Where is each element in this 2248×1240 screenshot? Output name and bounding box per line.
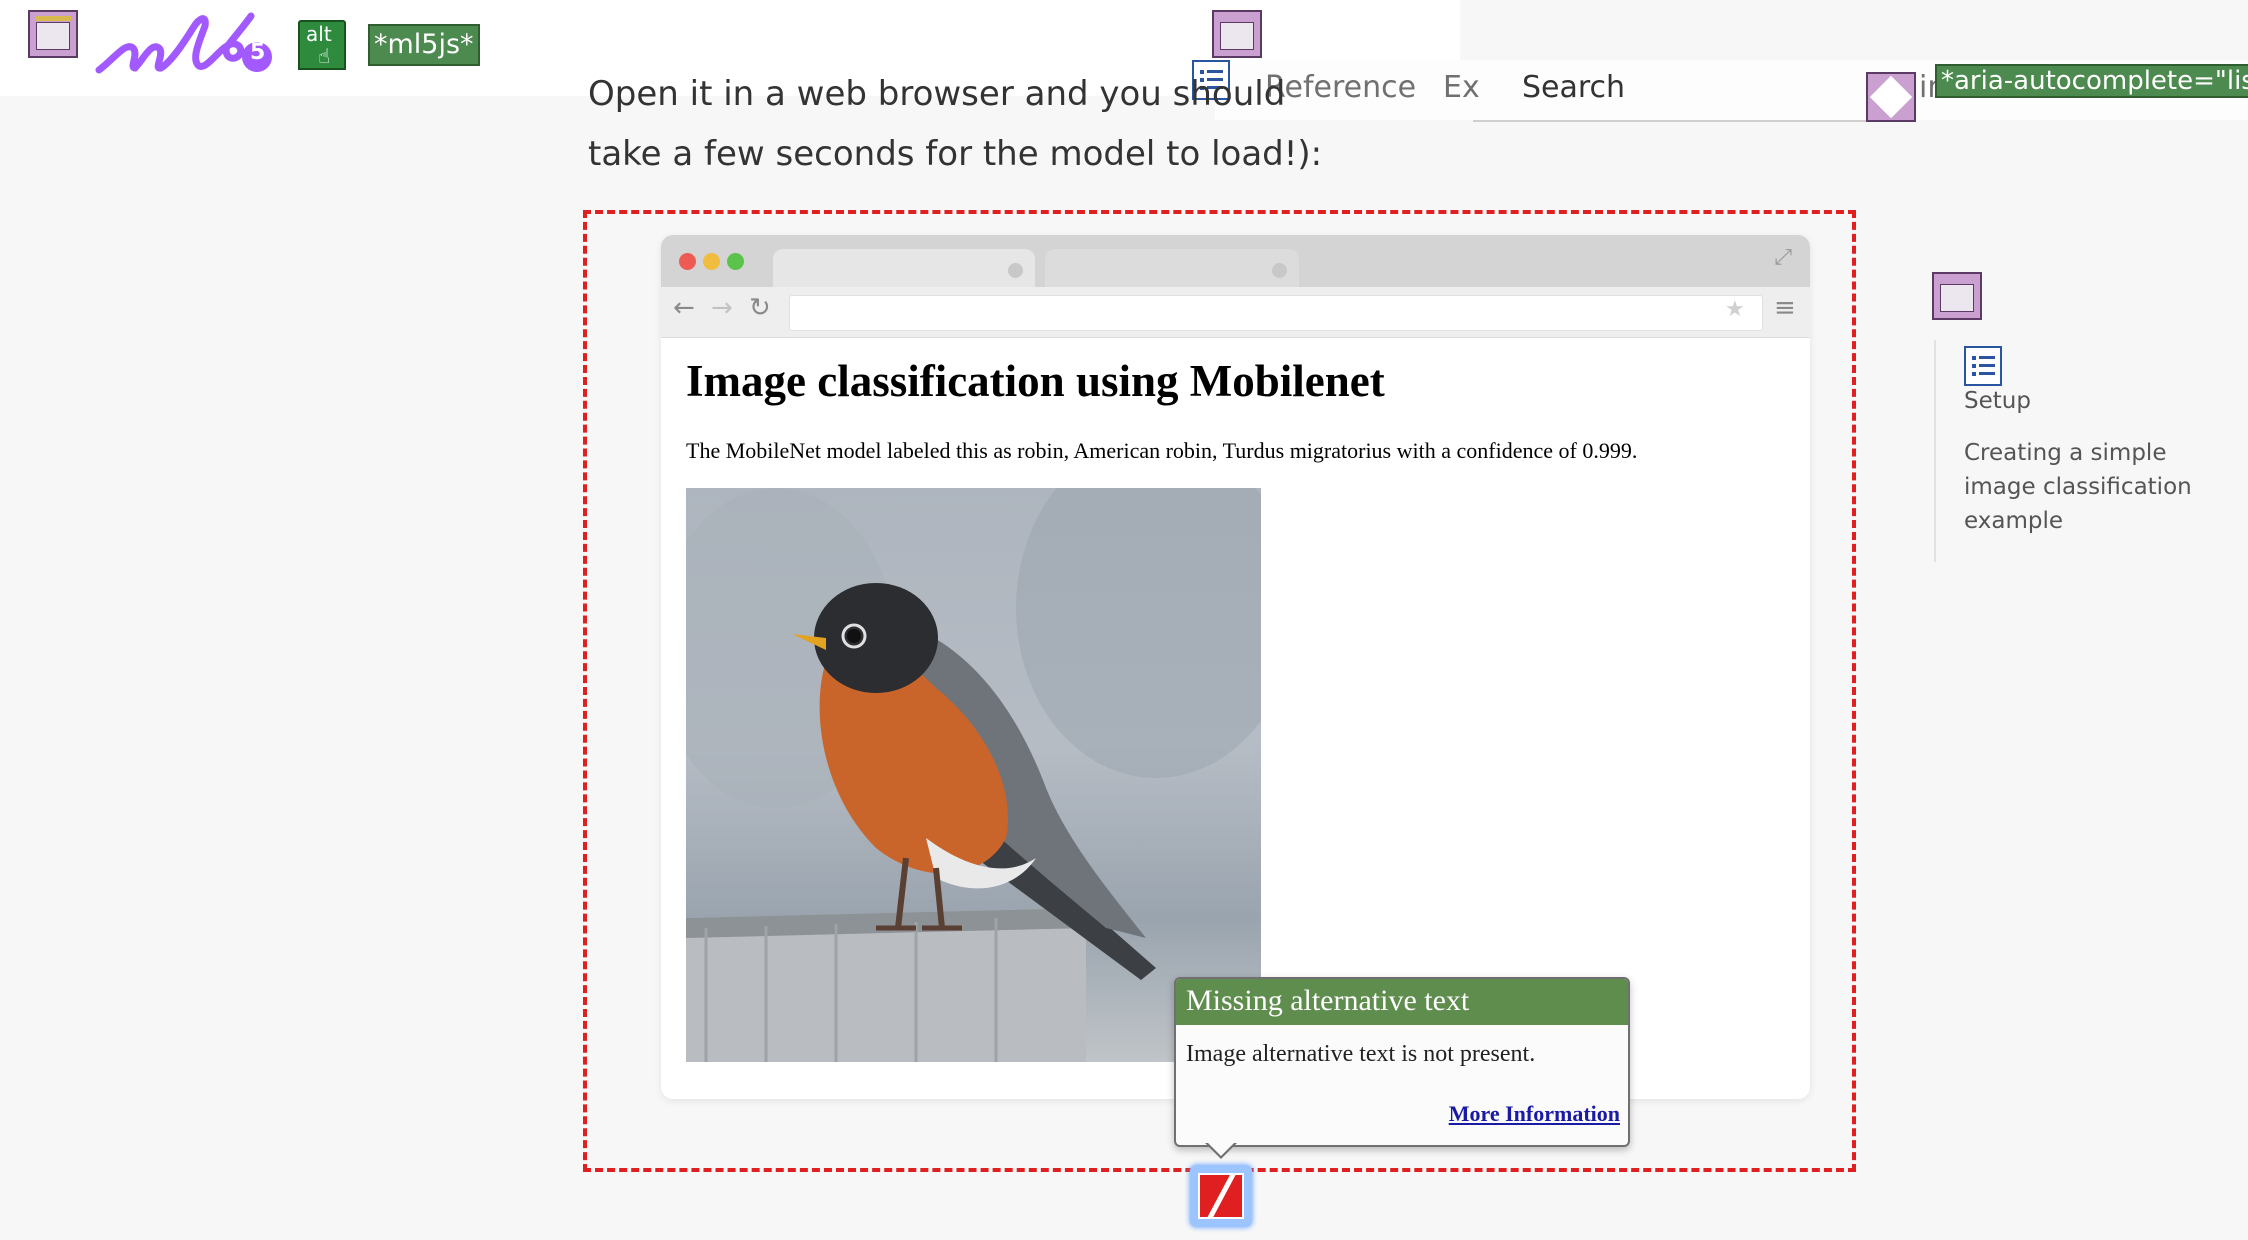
- hand-pointer-icon: ☝: [318, 44, 331, 68]
- window-structure-icon: [28, 10, 78, 58]
- forward-arrow-icon: →: [711, 293, 733, 323]
- logo-alt-label: *ml5js*: [368, 24, 480, 66]
- window-structure-icon: [1932, 272, 1982, 320]
- mock-url-bar: [789, 295, 1763, 331]
- paragraph-line-1: Open it in a web browser and you should: [588, 74, 1286, 114]
- close-dot-icon: [679, 253, 696, 270]
- nav-link-experiments[interactable]: Ex: [1443, 70, 1480, 105]
- link-icon: [1866, 72, 1916, 122]
- robin-drawing: [686, 488, 1261, 1062]
- logo-badge: 5: [250, 40, 266, 65]
- browser-screenshot: ⤢ ← → ↻ ★ ≡ Image classification using M…: [661, 235, 1810, 1099]
- mock-heading: Image classification using Mobilenet: [686, 356, 1385, 406]
- alt-text-icon: alt ☝: [298, 20, 346, 70]
- minimize-dot-icon: [703, 253, 720, 270]
- aria-autocomplete-label: *aria-autocomplete="list",: [1935, 64, 2248, 98]
- reload-icon: ↻: [749, 293, 771, 323]
- robin-image: [686, 488, 1261, 1062]
- list-structure-icon: [1964, 346, 2002, 386]
- missing-alt-error-icon[interactable]: [1190, 1165, 1252, 1227]
- more-information-link[interactable]: More Information: [1449, 1101, 1620, 1127]
- mock-tab: [1045, 249, 1299, 287]
- toc-item-creating-line2[interactable]: image classification: [1964, 474, 2192, 500]
- toc-item-setup[interactable]: Setup: [1964, 388, 2031, 414]
- toc-rule: [1934, 340, 1936, 562]
- alt-text-icon-label: alt: [306, 22, 332, 46]
- tooltip-body: Image alternative text is not present.: [1186, 1041, 1536, 1067]
- tooltip-title: Missing alternative text: [1186, 984, 1470, 1017]
- mock-tab: [773, 249, 1035, 287]
- toc-item-creating-line3[interactable]: example: [1964, 508, 2063, 534]
- back-arrow-icon: ←: [673, 293, 695, 323]
- ml5-logo[interactable]: 5: [95, 8, 280, 78]
- menu-icon: ≡: [1774, 293, 1796, 323]
- search-underline: [1473, 120, 1873, 122]
- toc-item-creating-line1[interactable]: Creating a simple: [1964, 440, 2166, 466]
- error-tooltip: Missing alternative text Image alternati…: [1174, 977, 1630, 1147]
- nav-link-reference[interactable]: Reference: [1265, 70, 1416, 105]
- tooltip-pointer-fill: [1208, 1143, 1234, 1156]
- mock-result-text: The MobileNet model labeled this as robi…: [686, 438, 1638, 463]
- star-icon: ★: [1725, 297, 1745, 322]
- expand-icon: ⤢: [1774, 245, 1792, 270]
- paragraph-line-2: take a few seconds for the model to load…: [588, 134, 1323, 174]
- window-structure-icon: [1212, 10, 1262, 58]
- search-input[interactable]: Search: [1522, 70, 1625, 105]
- maximize-dot-icon: [727, 253, 744, 270]
